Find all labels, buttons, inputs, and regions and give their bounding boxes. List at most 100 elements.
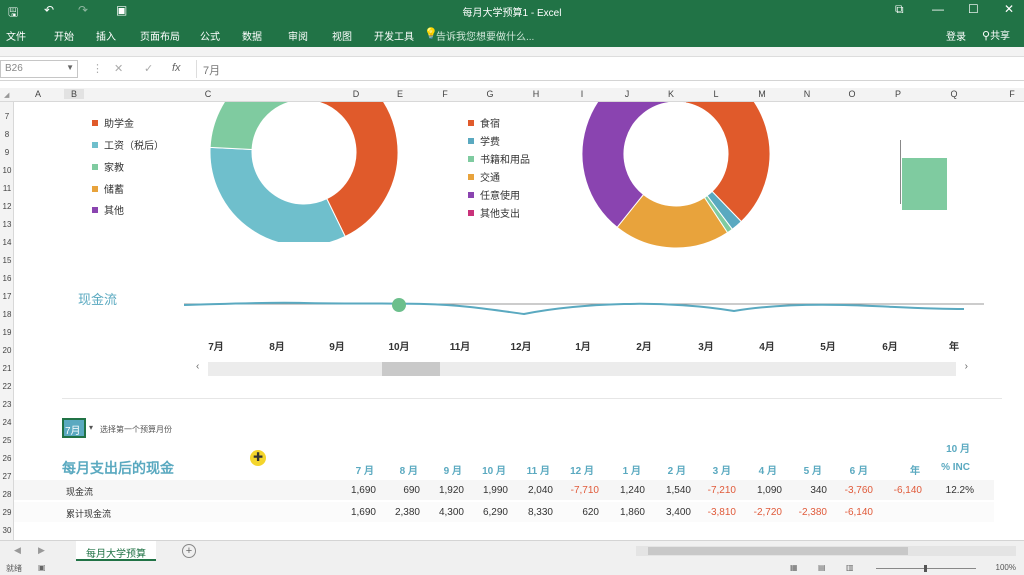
- prev-sheet-icon[interactable]: ◀: [14, 545, 21, 556]
- tab-home[interactable]: 开始: [54, 28, 74, 43]
- table-cell[interactable]: -7,210: [692, 485, 736, 496]
- col-header-h[interactable]: H: [526, 89, 546, 99]
- table-cell[interactable]: 1,090: [738, 485, 782, 496]
- select-all-icon[interactable]: ◢: [4, 91, 9, 99]
- close-button[interactable]: ✕: [1004, 2, 1014, 16]
- dropdown-arrow-icon[interactable]: ▾: [89, 423, 93, 432]
- enter-icon[interactable]: ✓: [144, 62, 153, 75]
- month-slider-handle[interactable]: [392, 298, 406, 312]
- col-header-n[interactable]: N: [797, 89, 817, 99]
- table-cell[interactable]: 1,690: [332, 485, 376, 496]
- row-header[interactable]: 30: [0, 526, 14, 535]
- table-cell[interactable]: 340: [783, 485, 827, 496]
- col-header-a[interactable]: A: [28, 89, 48, 99]
- function-icon[interactable]: fx: [172, 62, 181, 74]
- share-button[interactable]: ⚲共享: [982, 27, 1010, 42]
- ribbon-display-icon[interactable]: ⧉: [895, 2, 904, 17]
- add-sheet-icon[interactable]: +: [182, 544, 196, 558]
- row-header[interactable]: 15: [0, 256, 14, 265]
- row-header[interactable]: 23: [0, 400, 14, 409]
- row-header[interactable]: 21: [0, 364, 14, 373]
- month-selector[interactable]: 7月: [62, 418, 86, 438]
- table-cell[interactable]: 1,920: [420, 485, 464, 496]
- col-header-b[interactable]: B: [64, 89, 84, 99]
- table-cell[interactable]: 1,860: [601, 507, 645, 518]
- col-header-m[interactable]: M: [752, 89, 772, 99]
- cancel-icon[interactable]: ✕: [114, 62, 123, 75]
- timeline-scrollbar[interactable]: ‹ ›: [192, 358, 972, 378]
- table-cell[interactable]: -2,720: [738, 507, 782, 518]
- table-cell[interactable]: 1,540: [647, 485, 691, 496]
- row-header[interactable]: 25: [0, 436, 14, 445]
- normal-view-icon[interactable]: ▦: [790, 563, 798, 572]
- name-box[interactable]: B26 ▼: [0, 60, 78, 78]
- scroll-right-icon[interactable]: ›: [965, 361, 968, 372]
- row-header[interactable]: 12: [0, 202, 14, 211]
- col-header-g[interactable]: G: [480, 89, 500, 99]
- table-cell[interactable]: 4,300: [420, 507, 464, 518]
- page-break-view-icon[interactable]: ▥: [846, 563, 854, 572]
- row-header[interactable]: 17: [0, 292, 14, 301]
- table-cell[interactable]: 2,380: [376, 507, 420, 518]
- row-header[interactable]: 19: [0, 328, 14, 337]
- chevron-down-icon[interactable]: ▼: [66, 63, 74, 72]
- table-cell[interactable]: 1,690: [332, 507, 376, 518]
- row-header[interactable]: 27: [0, 472, 14, 481]
- row-header[interactable]: 9: [0, 148, 14, 157]
- col-header-p[interactable]: P: [888, 89, 908, 99]
- tab-formulas[interactable]: 公式: [200, 28, 220, 43]
- table-cell[interactable]: 1,240: [601, 485, 645, 496]
- tab-review[interactable]: 审阅: [288, 28, 308, 43]
- table-cell[interactable]: 6,290: [464, 507, 508, 518]
- table-cell[interactable]: -3,810: [692, 507, 736, 518]
- col-header-k[interactable]: K: [661, 89, 681, 99]
- tab-view[interactable]: 视图: [332, 28, 352, 43]
- row-header[interactable]: 11: [0, 184, 14, 193]
- col-header-e[interactable]: E: [390, 89, 410, 99]
- row-header[interactable]: 20: [0, 346, 14, 355]
- table-cell[interactable]: 690: [376, 485, 420, 496]
- table-cell[interactable]: -7,710: [555, 485, 599, 496]
- zoom-slider-handle[interactable]: [924, 565, 927, 572]
- row-header[interactable]: 28: [0, 490, 14, 499]
- next-sheet-icon[interactable]: ▶: [38, 545, 45, 556]
- zoom-slider[interactable]: [876, 565, 976, 572]
- sheet-tab[interactable]: 每月大学预算: [76, 541, 156, 561]
- col-header-f[interactable]: F: [435, 89, 455, 99]
- table-cell[interactable]: -2,380: [783, 507, 827, 518]
- col-header-d[interactable]: D: [346, 89, 366, 99]
- row-header[interactable]: 29: [0, 508, 14, 517]
- table-cell[interactable]: 1,990: [464, 485, 508, 496]
- row-header[interactable]: 14: [0, 238, 14, 247]
- sign-in-link[interactable]: 登录: [946, 28, 966, 43]
- row-header[interactable]: 26: [0, 454, 14, 463]
- col-header-l[interactable]: L: [706, 89, 726, 99]
- maximize-button[interactable]: ☐: [968, 2, 979, 16]
- row-header[interactable]: 13: [0, 220, 14, 229]
- table-cell[interactable]: 12.2%: [930, 485, 974, 496]
- tell-me-box[interactable]: 告诉我您想要做什么...: [436, 28, 534, 43]
- col-header-j[interactable]: J: [617, 89, 637, 99]
- macro-record-icon[interactable]: ▣: [38, 563, 46, 572]
- worksheet-grid[interactable]: 助学金 工资（税后） 家教 储蓄 其他 食宿 学费 书籍和用品 交通 任意使用 …: [14, 102, 1024, 540]
- col-header-c[interactable]: C: [198, 89, 218, 99]
- tab-developer[interactable]: 开发工具: [374, 28, 414, 43]
- tab-file[interactable]: 文件: [6, 28, 26, 43]
- row-header[interactable]: 22: [0, 382, 14, 391]
- tab-insert[interactable]: 插入: [96, 28, 116, 43]
- row-header[interactable]: 10: [0, 166, 14, 175]
- row-header[interactable]: 24: [0, 418, 14, 427]
- row-header[interactable]: 8: [0, 130, 14, 139]
- scroll-track[interactable]: [208, 362, 956, 376]
- col-header-i[interactable]: I: [572, 89, 592, 99]
- table-cell[interactable]: -6,140: [829, 507, 873, 518]
- col-header-q[interactable]: Q: [944, 89, 964, 99]
- row-header[interactable]: 7: [0, 112, 14, 121]
- table-cell[interactable]: -6,140: [878, 485, 922, 496]
- page-layout-view-icon[interactable]: ▤: [818, 563, 826, 572]
- formula-input[interactable]: 7月: [196, 60, 1020, 78]
- horizontal-scroll-thumb[interactable]: [648, 547, 908, 555]
- income-donut-chart[interactable]: [194, 102, 414, 242]
- minimize-button[interactable]: —: [932, 2, 944, 16]
- scroll-thumb[interactable]: [382, 362, 440, 376]
